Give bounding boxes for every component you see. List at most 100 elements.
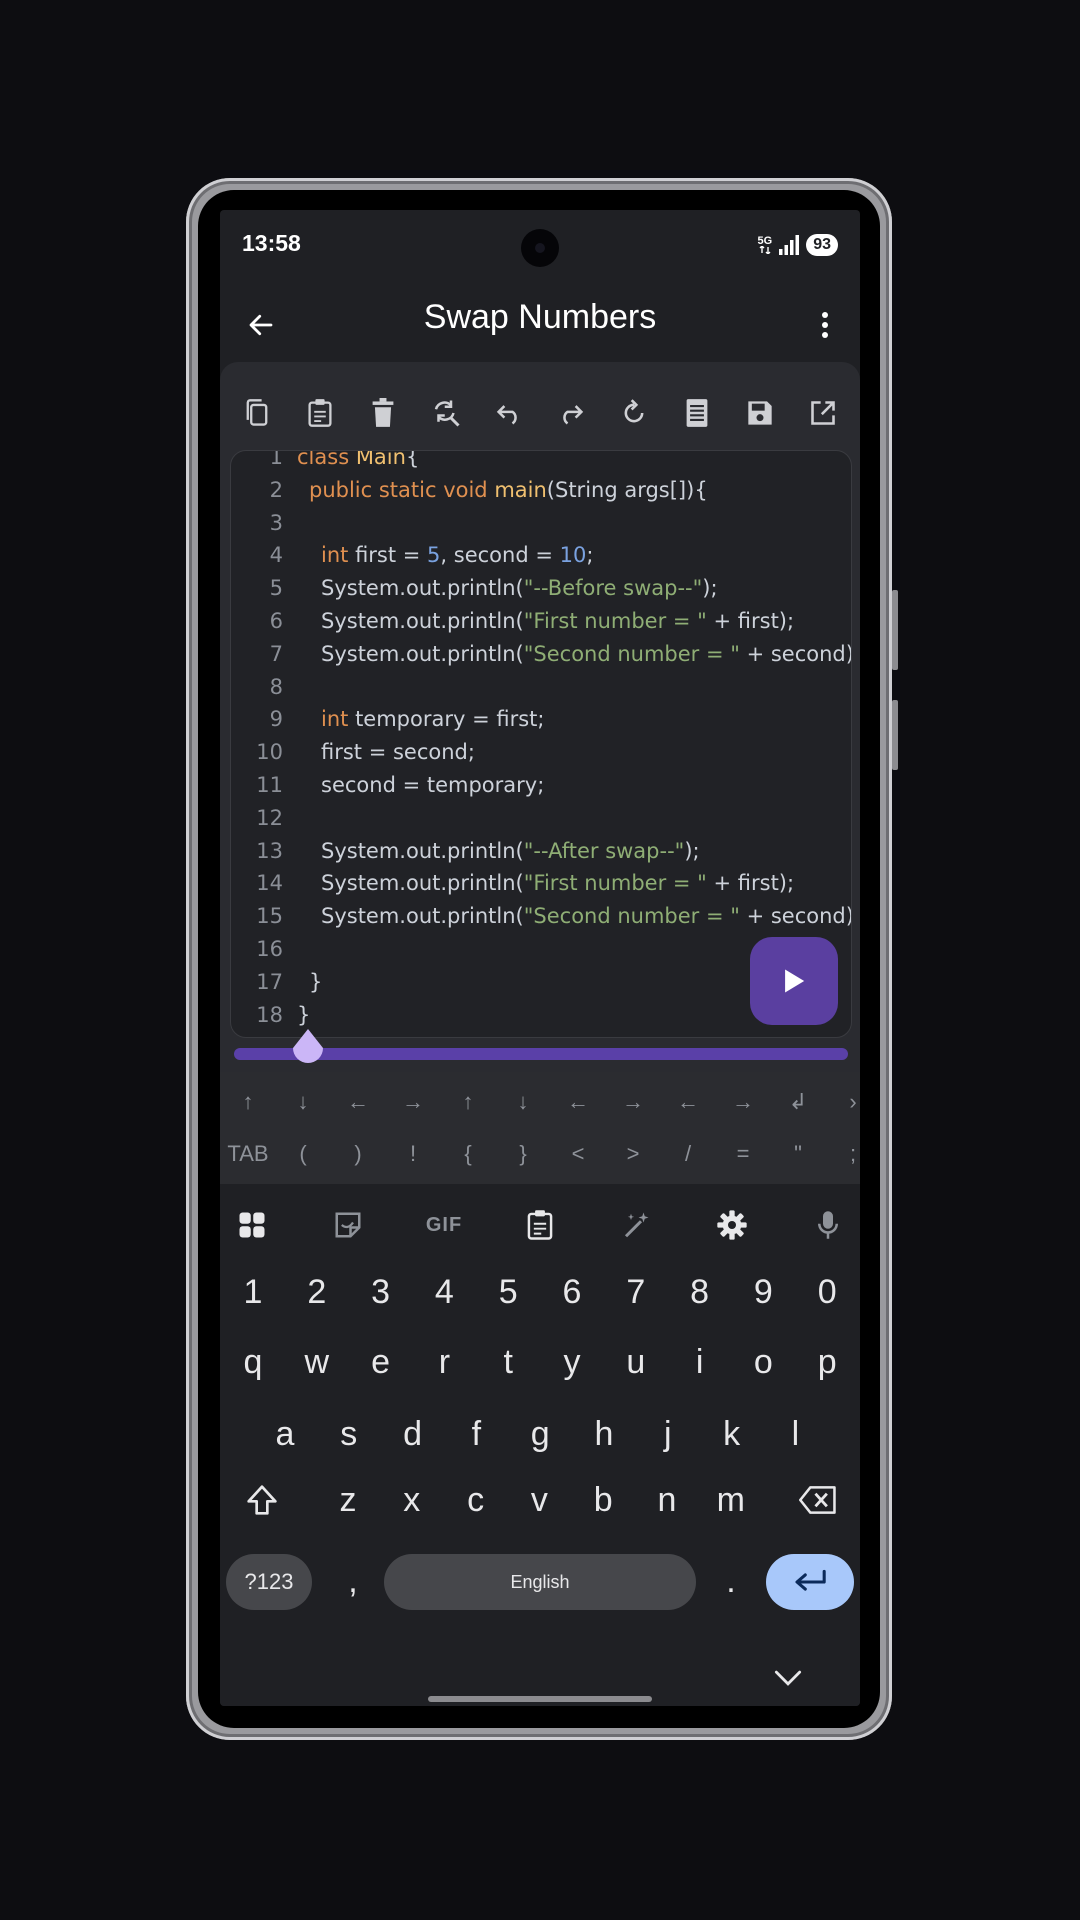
key-l[interactable]: l <box>770 1406 820 1462</box>
more-options-button[interactable] <box>800 298 850 352</box>
copy-button[interactable] <box>226 380 288 446</box>
key-6[interactable]: 6 <box>547 1264 597 1320</box>
key-a[interactable]: a <box>260 1406 310 1462</box>
key-s[interactable]: s <box>324 1406 374 1462</box>
editor-scroll-thumb[interactable] <box>290 1028 326 1068</box>
key-8[interactable]: 8 <box>675 1264 725 1320</box>
network-indicator: 5G <box>758 236 772 254</box>
code-line: 14 System.out.println("First number = " +… <box>231 867 794 900</box>
symbol-key[interactable]: ↑ <box>220 1076 276 1128</box>
code-token: "Second number = " <box>523 904 740 929</box>
symbol-key[interactable]: < <box>550 1128 606 1180</box>
period-key[interactable]: . <box>706 1556 756 1606</box>
key-w[interactable]: w <box>292 1334 342 1390</box>
format-button[interactable] <box>666 380 728 446</box>
clipboard-button[interactable] <box>508 1194 572 1256</box>
symbol-key[interactable]: ↓ <box>495 1076 551 1128</box>
symbol-key[interactable]: > <box>605 1128 661 1180</box>
symbol-key[interactable]: → <box>605 1076 661 1128</box>
key-e[interactable]: e <box>356 1334 406 1390</box>
sticker-button[interactable] <box>316 1194 380 1256</box>
key-5[interactable]: 5 <box>483 1264 533 1320</box>
key-f[interactable]: f <box>451 1406 501 1462</box>
symbol-key[interactable]: / <box>660 1128 716 1180</box>
symbol-key[interactable]: } <box>495 1128 551 1180</box>
symbol-key[interactable]: = <box>715 1128 771 1180</box>
undo-button[interactable] <box>478 380 540 446</box>
key-q[interactable]: q <box>228 1334 278 1390</box>
save-button[interactable] <box>729 380 791 446</box>
line-number: 17 <box>256 969 283 994</box>
key-3[interactable]: 3 <box>356 1264 406 1320</box>
key-4[interactable]: 4 <box>419 1264 469 1320</box>
key-0[interactable]: 0 <box>802 1264 852 1320</box>
comma-key[interactable]: , <box>328 1556 378 1606</box>
key-h[interactable]: h <box>579 1406 629 1462</box>
key-o[interactable]: o <box>738 1334 788 1390</box>
symbol-key[interactable]: ← <box>330 1076 386 1128</box>
symbol-key[interactable]: ! <box>385 1128 441 1180</box>
key-2[interactable]: 2 <box>292 1264 342 1320</box>
hide-keyboard-button[interactable] <box>760 1658 816 1698</box>
symbol-key[interactable]: ↓ <box>275 1076 331 1128</box>
key-g[interactable]: g <box>515 1406 565 1462</box>
paste-button[interactable] <box>289 380 351 446</box>
key-1[interactable]: 1 <box>228 1264 278 1320</box>
delete-button[interactable] <box>352 380 414 446</box>
key-k[interactable]: k <box>707 1406 757 1462</box>
key-m[interactable]: m <box>706 1472 756 1528</box>
gif-icon: GIF <box>425 1213 463 1236</box>
run-button[interactable] <box>750 937 838 1025</box>
key-7[interactable]: 7 <box>611 1264 661 1320</box>
key-b[interactable]: b <box>578 1472 628 1528</box>
key-c[interactable]: c <box>451 1472 501 1528</box>
magic-wand-button[interactable] <box>604 1194 668 1256</box>
symbol-key[interactable]: → <box>715 1076 771 1128</box>
symbol-key[interactable]: ) <box>330 1128 386 1180</box>
enter-key[interactable] <box>766 1554 854 1610</box>
code-token: int <box>321 543 356 568</box>
key-x[interactable]: x <box>387 1472 437 1528</box>
redo-button[interactable] <box>540 380 602 446</box>
key-n[interactable]: n <box>642 1472 692 1528</box>
symbol-key[interactable]: ↑ <box>440 1076 496 1128</box>
find-replace-button[interactable] <box>415 380 477 446</box>
symbols-key[interactable]: ?123 <box>226 1554 312 1610</box>
open-external-button[interactable] <box>792 380 854 446</box>
symbol-key[interactable]: { <box>440 1128 496 1180</box>
symbol-key[interactable]: → <box>385 1076 441 1128</box>
symbol-key[interactable]: ← <box>550 1076 606 1128</box>
symbol-key[interactable]: ; <box>825 1128 860 1180</box>
space-key[interactable]: English <box>384 1554 696 1610</box>
microphone-button[interactable] <box>796 1194 860 1256</box>
key-z[interactable]: z <box>323 1472 373 1528</box>
key-j[interactable]: j <box>643 1406 693 1462</box>
symbol-key[interactable]: " <box>770 1128 826 1180</box>
key-r[interactable]: r <box>419 1334 469 1390</box>
backspace-key[interactable] <box>786 1472 850 1528</box>
key-d[interactable]: d <box>388 1406 438 1462</box>
apps-grid-button[interactable] <box>220 1194 284 1256</box>
code-token: "First number = " <box>523 609 707 633</box>
home-indicator[interactable] <box>428 1696 652 1702</box>
key-i[interactable]: i <box>675 1334 725 1390</box>
key-v[interactable]: v <box>514 1472 564 1528</box>
symbol-key[interactable]: ( <box>275 1128 331 1180</box>
keyboard-settings-button[interactable] <box>700 1194 764 1256</box>
refresh-button[interactable] <box>603 380 665 446</box>
code-text: System.out.println("Second number = " + … <box>297 900 851 933</box>
symbol-key[interactable]: › <box>825 1076 860 1128</box>
editor-scroll-track[interactable] <box>234 1048 848 1060</box>
screen: 13:58 5G 93 Swap Numbers 1 class Main{2… <box>220 210 860 1706</box>
key-u[interactable]: u <box>611 1334 661 1390</box>
key-p[interactable]: p <box>802 1334 852 1390</box>
symbol-key[interactable]: ↲ <box>770 1076 826 1128</box>
key-y[interactable]: y <box>547 1334 597 1390</box>
gif-button[interactable]: GIF <box>412 1194 476 1256</box>
code-token: temporary = first; <box>355 707 545 732</box>
shift-key[interactable] <box>234 1472 290 1528</box>
key-t[interactable]: t <box>483 1334 533 1390</box>
symbol-key[interactable]: ← <box>660 1076 716 1128</box>
symbol-key[interactable]: TAB <box>220 1128 276 1180</box>
key-9[interactable]: 9 <box>738 1264 788 1320</box>
